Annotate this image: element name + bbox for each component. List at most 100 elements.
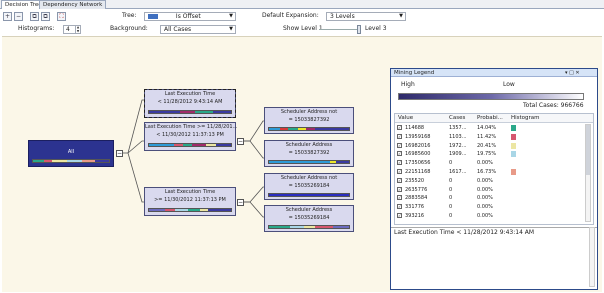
row-checkbox[interactable]: ✓ <box>397 195 402 201</box>
row-probability: 0.00% <box>477 204 493 211</box>
row-value: 16985600 <box>405 151 431 158</box>
legend-row[interactable]: ✓ 17350656 0 0.00% <box>395 159 595 167</box>
legend-row[interactable]: ✓ 16982016 1972... 20.41% <box>395 142 595 150</box>
fit-to-window-icon[interactable]: ⛶ <box>57 12 66 21</box>
row-probability: 0.00% <box>477 177 493 184</box>
background-select[interactable]: All Cases ▼ <box>160 25 236 34</box>
node-histogram <box>268 225 350 229</box>
row-value: 114688 <box>405 125 425 131</box>
expand-collapse-icon[interactable]: − <box>237 199 244 206</box>
node-line2: >= 11/30/2012 11:37:13 PM <box>154 197 226 203</box>
row-probability: 11.42% <box>477 133 497 140</box>
copy-graph-icon[interactable]: ⧉ <box>41 12 50 21</box>
expand-collapse-icon[interactable]: − <box>237 138 244 145</box>
row-checkbox[interactable]: ✓ <box>397 160 402 166</box>
legend-scrollbar[interactable] <box>585 124 591 222</box>
tree-node-sched-eq-2[interactable]: Scheduler Address = 15035269184 <box>264 205 354 232</box>
legend-row[interactable]: ✓ 13959168 1103... 11.42% <box>395 133 595 141</box>
tree-node-sched-eq-1[interactable]: Scheduler Address = 15033827392 <box>264 140 354 167</box>
row-probability: 14.04% <box>477 125 497 131</box>
legend-row[interactable]: ✓ 114688 1357... 14.04% <box>395 124 595 132</box>
tree-color-swatch <box>148 14 158 19</box>
node-line1: Scheduler Address not <box>280 175 338 181</box>
row-checkbox[interactable]: ✓ <box>397 177 402 183</box>
tree-node-root[interactable]: All <box>28 140 114 167</box>
scrollbar-thumb[interactable] <box>586 125 590 175</box>
legend-divider <box>391 227 597 228</box>
default-expansion-label: Default Expansion: <box>262 12 319 19</box>
legend-total-cases: Total Cases: 966766 <box>523 102 584 109</box>
col-header-cases[interactable]: Cases <box>449 114 465 122</box>
tree-node-exec-before[interactable]: Last Execution Time < 11/28/2012 9:43:14… <box>144 89 236 118</box>
row-value: 2883584 <box>405 195 428 202</box>
slider-thumb[interactable] <box>357 25 361 34</box>
slider-track <box>319 29 361 30</box>
tree-node-exec-after[interactable]: Last Execution Time >= 11/30/2012 11:37:… <box>144 187 236 216</box>
row-value: 13959168 <box>405 133 431 140</box>
row-probability: 0.00% <box>477 213 493 219</box>
legend-window-controls[interactable]: ▾ □ ✕ <box>565 69 580 77</box>
node-line1: Scheduler Address <box>285 142 333 148</box>
node-histogram <box>268 160 350 164</box>
legend-row[interactable]: ✓ 22151168 1617... 16.73% <box>395 168 595 176</box>
default-expansion-select[interactable]: 3 Levels ▼ <box>326 12 406 21</box>
col-header-histogram[interactable]: Histogram <box>511 114 540 122</box>
row-cases: 1909... <box>449 151 467 158</box>
node-line2: < 11/28/2012 9:43:14 AM <box>157 99 223 105</box>
node-line2: = 15035269184 <box>288 215 330 221</box>
row-checkbox[interactable]: ✓ <box>397 151 402 157</box>
copy-icon[interactable]: ⧉ <box>30 12 39 21</box>
node-histogram <box>148 208 232 212</box>
tree-node-sched-not-1[interactable]: Scheduler Address not = 15033827392 <box>264 107 354 134</box>
row-checkbox[interactable]: ✓ <box>397 125 402 130</box>
row-value: 331776 <box>405 204 425 211</box>
histograms-spinner[interactable]: 4 ▲ ▼ <box>63 25 81 34</box>
row-cases: 0 <box>449 204 453 211</box>
histograms-value: 4 <box>66 26 70 33</box>
tab-dependency-network[interactable]: Dependency Network <box>39 0 107 9</box>
zoom-out-icon[interactable]: − <box>14 12 23 21</box>
row-checkbox[interactable]: ✓ <box>397 204 402 210</box>
row-probability: 0.00% <box>477 195 493 202</box>
row-probability: 19.75% <box>477 151 497 158</box>
zoom-in-icon[interactable]: + <box>3 12 12 21</box>
background-select-value: All Cases <box>164 26 192 33</box>
legend-row[interactable]: ✓ 393216 0 0.00% <box>395 212 595 220</box>
col-header-probability[interactable]: Probabi... <box>477 114 503 122</box>
node-histogram <box>148 143 232 147</box>
show-level-start-label: Show Level 1 <box>283 25 323 32</box>
row-value: 2635776 <box>405 186 428 193</box>
tree-select[interactable]: Is Offset ▼ <box>144 12 236 21</box>
tree-node-exec-between[interactable]: Last Execution Time >= 11/28/201... < 11… <box>144 122 237 151</box>
legend-row[interactable]: ✓ 235520 0 0.00% <box>395 177 595 185</box>
legend-row[interactable]: ✓ 16985600 1909... 19.75% <box>395 150 595 158</box>
legend-status-scrollbar[interactable] <box>589 227 595 287</box>
row-histogram-swatch <box>511 125 516 131</box>
legend-row[interactable]: ✓ 331776 0 0.00% <box>395 203 595 211</box>
row-checkbox[interactable]: ✓ <box>397 169 402 174</box>
col-header-value[interactable]: Value <box>398 114 413 122</box>
row-checkbox[interactable]: ✓ <box>397 213 402 218</box>
row-checkbox[interactable]: ✓ <box>397 142 402 148</box>
node-histogram <box>32 159 110 163</box>
row-cases: 1357... <box>449 125 467 131</box>
row-cases: 1617... <box>449 169 467 175</box>
legend-row[interactable]: ✓ 2883584 0 0.00% <box>395 194 595 202</box>
legend-status-text: Last Execution Time < 11/28/2012 9:43:14… <box>394 229 535 236</box>
expand-collapse-icon[interactable]: − <box>116 150 123 157</box>
node-line2: = 15035269184 <box>288 183 330 189</box>
tree-label: Tree: <box>122 12 137 19</box>
tree-node-sched-not-2[interactable]: Scheduler Address not = 15035269184 <box>264 173 354 200</box>
row-checkbox[interactable]: ✓ <box>397 133 402 139</box>
legend-row[interactable]: ✓ 2635776 0 0.00% <box>395 186 595 194</box>
node-line2: = 15033827392 <box>288 150 330 156</box>
node-line2: < 11/30/2012 11:37:13 PM <box>156 132 224 138</box>
show-level-slider[interactable] <box>319 25 361 34</box>
row-cases: 0 <box>449 195 453 202</box>
spinner-arrows-icon[interactable]: ▲ ▼ <box>75 25 80 33</box>
node-line1: Scheduler Address not <box>280 109 338 115</box>
node-histogram <box>268 193 350 197</box>
histograms-label: Histograms: <box>18 25 55 32</box>
node-histogram <box>148 110 232 114</box>
row-checkbox[interactable]: ✓ <box>397 186 402 192</box>
